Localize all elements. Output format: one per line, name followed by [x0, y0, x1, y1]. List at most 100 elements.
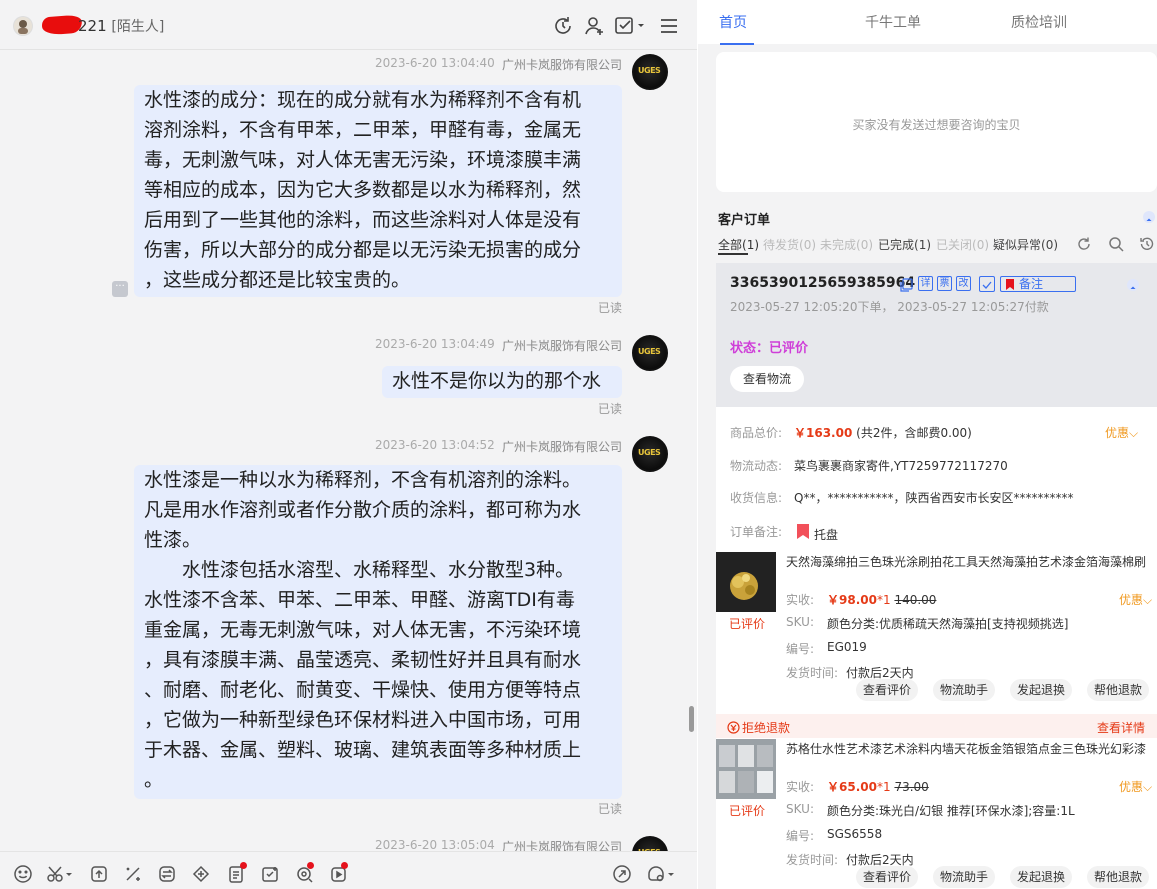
menu-icon[interactable] — [658, 15, 680, 37]
remark-value: 托盘 — [814, 528, 839, 542]
message-line: 等相应的成本，因为它大多数都是以水为稀释剂，然 — [144, 179, 582, 201]
order-collapse-icon[interactable] — [1127, 279, 1139, 291]
card-icon[interactable] — [260, 864, 280, 884]
filter-all[interactable]: 全部(1) — [718, 236, 759, 253]
edit-icon[interactable]: 改 — [956, 276, 971, 291]
product-image[interactable] — [716, 739, 776, 799]
message-time: 2023-6-20 13:04:49 — [375, 337, 495, 351]
shop-avatar[interactable]: UGES — [632, 436, 668, 472]
tab-work-order[interactable]: 千牛工单 — [865, 12, 921, 32]
item-discount-toggle[interactable]: 优惠⌵ — [1119, 778, 1152, 795]
product-title[interactable]: 苏格仕水性艺术漆艺术涂料内墙天花板金箔银箔点金三色珠光幻彩漆 — [786, 740, 1157, 757]
filter-to-ship[interactable]: 待发货(0) — [763, 236, 816, 253]
message-bubble[interactable]: 水性漆的成分：现在的成分就有水为稀释剂不含有机 溶剂涂料，不含有甲苯，二甲苯，甲… — [134, 85, 622, 297]
original-price: 73.00 — [894, 780, 929, 794]
filter-incomplete[interactable]: 未完成(0) — [820, 236, 873, 253]
note-label: 备注 — [1019, 277, 1044, 291]
chat-header: 221 [陌生人] — [0, 0, 697, 50]
filter-underline — [718, 253, 748, 255]
detail-icon[interactable]: 详 — [918, 276, 933, 291]
filter-closed[interactable]: 已关闭(0) — [936, 236, 989, 253]
order-times: 2023-05-27 12:05:20下单， 2023-05-27 12:05:… — [730, 298, 1049, 315]
logistics-helper-button[interactable]: 物流助手 — [933, 679, 995, 701]
checklist-icon[interactable] — [979, 276, 995, 292]
view-review-button[interactable]: 查看评价 — [856, 679, 918, 701]
code-label: 编号: — [786, 642, 815, 656]
sku-value: 颜色分类:珠光白/幻银 推荐[环保水漆];容量:1L — [827, 804, 1075, 818]
discount-toggle[interactable]: 优惠⌵ — [1105, 424, 1138, 441]
message-line: 。 — [144, 769, 164, 791]
search-orders-icon[interactable] — [1108, 236, 1124, 252]
chat-scrollbar[interactable] — [689, 706, 694, 732]
filter-label: 已完成 — [878, 238, 915, 252]
filter-label: 已关闭 — [936, 238, 973, 252]
order-number[interactable]: 3365390125659385964 — [730, 275, 915, 291]
upload-icon[interactable] — [89, 864, 109, 884]
message-line: ，这些成分都还是比较宝贵的。 — [144, 269, 411, 291]
invoice-icon[interactable]: 票 — [937, 276, 952, 291]
product-image[interactable] — [716, 552, 776, 612]
logistics-helper-button[interactable]: 物流助手 — [933, 866, 995, 888]
address-value: Q**，***********，陕西省西安市长安区********** — [794, 491, 1074, 505]
shop-avatar[interactable]: UGES — [632, 54, 668, 90]
code-label: 编号: — [786, 829, 815, 843]
filter-count: (0) — [856, 238, 874, 252]
username-suffix: 221 — [78, 17, 107, 35]
filter-abnormal[interactable]: 疑似异常(0) — [993, 236, 1058, 253]
active-tab-indicator — [720, 43, 754, 45]
rated-tag: 已评价 — [729, 617, 766, 631]
add-user-icon[interactable] — [583, 15, 605, 37]
view-review-button[interactable]: 查看评价 — [856, 866, 918, 888]
read-status: 已读 — [598, 802, 623, 816]
filter-completed[interactable]: 已完成(1) — [878, 236, 931, 253]
message-line: ，它做为一种新型绿色环保材料进入中国市场，可用 — [144, 709, 582, 731]
scissors-icon[interactable] — [46, 864, 74, 884]
filter-count: (0) — [799, 238, 817, 252]
more-options-icon[interactable]: ··· — [112, 281, 128, 297]
message-line: 、耐磨、耐老化、耐黄变、干燥快、使用方便等特点 — [144, 679, 582, 701]
shop-avatar[interactable]: UGES — [632, 335, 668, 371]
transfer-icon[interactable] — [157, 864, 177, 884]
address-label: 收货信息: — [730, 491, 783, 505]
initiate-return-button[interactable]: 发起退换 — [1010, 866, 1072, 888]
initiate-return-button[interactable]: 发起退换 — [1010, 679, 1072, 701]
message-line: ，具有漆膜丰满、晶莹透亮、柔韧性好并且具有耐水 — [144, 649, 582, 671]
note-button[interactable]: 备注 — [1000, 276, 1076, 292]
copy-icon[interactable] — [900, 277, 913, 292]
view-logistics-button[interactable]: 查看物流 — [730, 366, 804, 392]
order-header: 3365390125659385964 详 票 改 备注 2023-05-27 … — [716, 263, 1157, 407]
product-title[interactable]: 天然海藻绵拍三色珠光涂刷拍花工具天然海藻拍艺术漆金箔海藻棉刷 — [786, 553, 1157, 570]
history-icon[interactable] — [1139, 236, 1155, 252]
message-sender: 广州卡岚服饰有限公司 — [502, 58, 623, 72]
message-bubble[interactable]: 水性不是你以为的那个水 — [382, 366, 622, 398]
task-check-icon[interactable] — [614, 15, 646, 37]
collapse-icon[interactable] — [1143, 211, 1155, 223]
input-toolbar — [0, 851, 697, 889]
order-body: 商品总价: ￥163.00 (共2件，含邮费0.00) 优惠⌵ 物流动态: 菜鸟… — [716, 407, 1157, 889]
message-line: 水性不是你以为的那个水 — [392, 370, 602, 392]
read-status: 已读 — [598, 301, 623, 315]
notification-dot — [240, 862, 247, 869]
message-list[interactable]: 2023-6-20 13:04:40 广州卡岚服饰有限公司 UGES 水性漆的成… — [0, 51, 697, 872]
message-bubble[interactable]: 水性漆是一种以水为稀释剂，不含有机溶剂的涂料。 凡是用水作溶剂或者作分散介质的涂… — [134, 465, 622, 799]
refund-button[interactable]: 帮他退款 — [1087, 679, 1149, 701]
refund-button[interactable]: 帮他退款 — [1087, 866, 1149, 888]
send-icon[interactable] — [612, 864, 632, 884]
tab-home[interactable]: 首页 — [719, 12, 747, 32]
settings-icon[interactable] — [646, 864, 676, 884]
tab-quality-training[interactable]: 质检培训 — [1011, 12, 1067, 32]
message-line: 伤害，所以大部分的成分都是以无污染无损害的成分 — [144, 239, 582, 261]
message-time: 2023-6-20 13:04:52 — [375, 438, 495, 452]
emoji-icon[interactable] — [13, 864, 33, 884]
panel-tabs: 首页 千牛工单 质检培训 — [698, 0, 1157, 45]
ship-label: 发货时间: — [786, 853, 839, 867]
logistics-value[interactable]: 菜鸟裹裹商家寄件,YT7259772117270 — [794, 457, 1008, 474]
refresh-icon[interactable] — [552, 15, 574, 37]
view-detail-link[interactable]: 查看详情 — [1097, 719, 1145, 736]
coupon-icon[interactable] — [191, 864, 211, 884]
refresh-orders-icon[interactable] — [1076, 236, 1092, 252]
avatar-logo-text: UGES — [638, 448, 661, 457]
user-avatar[interactable] — [13, 16, 33, 36]
discount-icon[interactable] — [123, 864, 143, 884]
item-discount-toggle[interactable]: 优惠⌵ — [1119, 591, 1152, 608]
